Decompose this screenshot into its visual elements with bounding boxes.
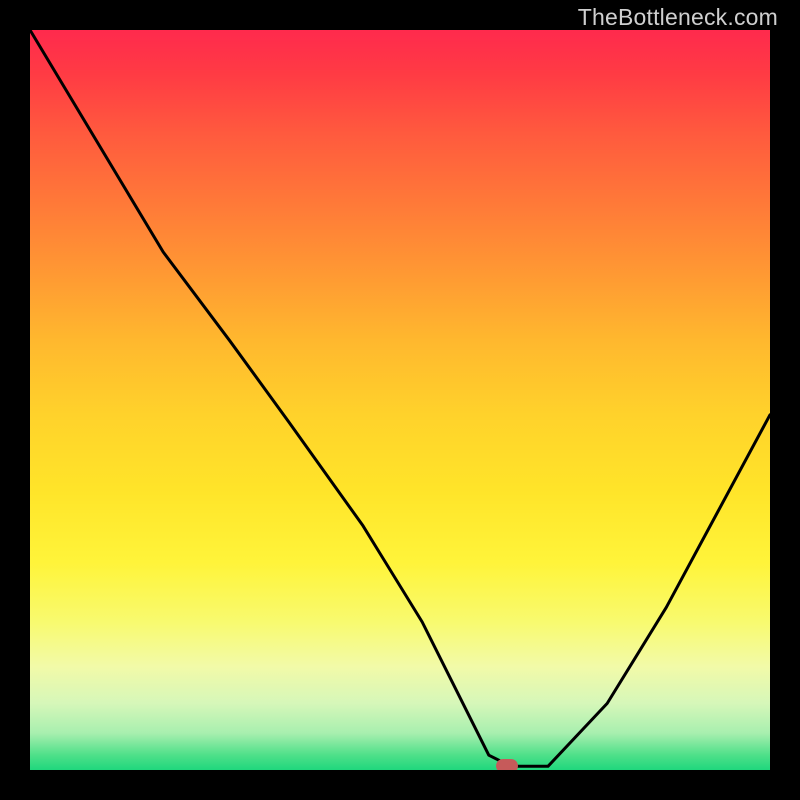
bottleneck-curve	[30, 30, 770, 770]
chart-frame: TheBottleneck.com	[0, 0, 800, 800]
plot-area	[30, 30, 770, 770]
curve-path	[30, 30, 770, 766]
optimum-marker-icon	[496, 759, 518, 770]
watermark-text: TheBottleneck.com	[578, 4, 778, 31]
